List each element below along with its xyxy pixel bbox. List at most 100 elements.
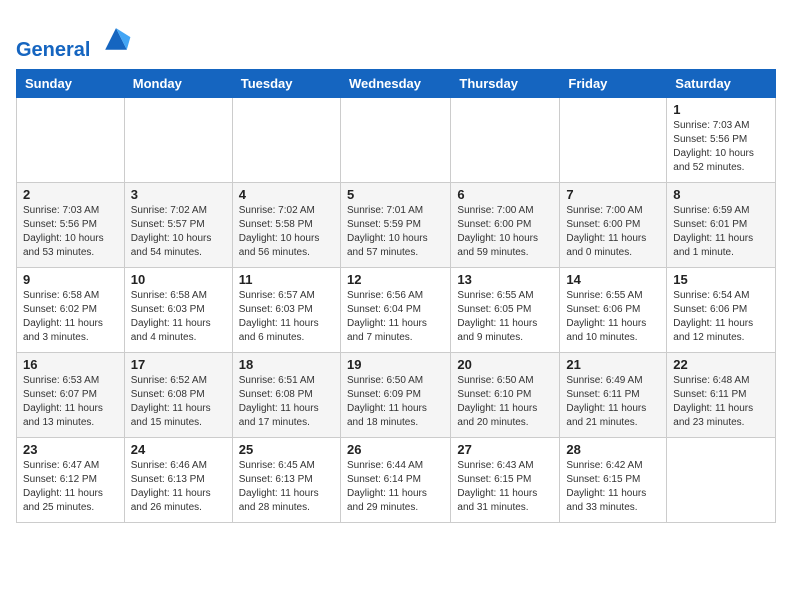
- day-info: Sunrise: 6:54 AM Sunset: 6:06 PM Dayligh…: [673, 289, 769, 345]
- calendar-cell: 17 Sunrise: 6:52 AM Sunset: 6:08 PM Dayli…: [124, 353, 232, 438]
- day-info: Sunrise: 6:55 AM Sunset: 6:06 PM Dayligh…: [566, 289, 660, 345]
- calendar-cell: 26 Sunrise: 6:44 AM Sunset: 6:14 PM Dayli…: [340, 438, 450, 523]
- calendar-weekday-monday: Monday: [124, 70, 232, 98]
- calendar-cell: [340, 98, 450, 183]
- calendar-cell: [232, 98, 340, 183]
- day-number: 26: [347, 442, 444, 457]
- calendar-cell: 3 Sunrise: 7:02 AM Sunset: 5:57 PM Daylig…: [124, 183, 232, 268]
- calendar-cell: 9 Sunrise: 6:58 AM Sunset: 6:02 PM Daylig…: [17, 268, 125, 353]
- day-number: 24: [131, 442, 226, 457]
- day-info: Sunrise: 6:52 AM Sunset: 6:08 PM Dayligh…: [131, 374, 226, 430]
- calendar-cell: 28 Sunrise: 6:42 AM Sunset: 6:15 PM Dayli…: [560, 438, 667, 523]
- calendar-weekday-sunday: Sunday: [17, 70, 125, 98]
- calendar-cell: 23Sunrise: 6:47 AM Sunset: 6:12 PM Dayli…: [17, 438, 125, 523]
- day-info: Sunrise: 6:56 AM Sunset: 6:04 PM Dayligh…: [347, 289, 444, 345]
- day-info: Sunrise: 6:57 AM Sunset: 6:03 PM Dayligh…: [239, 289, 334, 345]
- day-number: 21: [566, 357, 660, 372]
- day-number: 20: [457, 357, 553, 372]
- calendar-cell: 4 Sunrise: 7:02 AM Sunset: 5:58 PM Daylig…: [232, 183, 340, 268]
- day-number: 6: [457, 187, 553, 202]
- day-info: Sunrise: 6:43 AM Sunset: 6:15 PM Dayligh…: [457, 459, 553, 515]
- calendar-weekday-wednesday: Wednesday: [340, 70, 450, 98]
- day-number: 16: [23, 357, 118, 372]
- day-info: Sunrise: 6:42 AM Sunset: 6:15 PM Dayligh…: [566, 459, 660, 515]
- calendar-cell: [124, 98, 232, 183]
- calendar-weekday-thursday: Thursday: [451, 70, 560, 98]
- calendar-cell: 11 Sunrise: 6:57 AM Sunset: 6:03 PM Dayli…: [232, 268, 340, 353]
- day-info: Sunrise: 7:02 AM Sunset: 5:57 PM Dayligh…: [131, 204, 226, 260]
- calendar-cell: 18 Sunrise: 6:51 AM Sunset: 6:08 PM Dayli…: [232, 353, 340, 438]
- calendar-weekday-saturday: Saturday: [667, 70, 776, 98]
- calendar-cell: 25Sunrise: 6:45 AM Sunset: 6:13 PM Dayli…: [232, 438, 340, 523]
- calendar-cell: [17, 98, 125, 183]
- calendar-cell: 19 Sunrise: 6:50 AM Sunset: 6:09 PM Dayli…: [340, 353, 450, 438]
- calendar-cell: [451, 98, 560, 183]
- day-number: 7: [566, 187, 660, 202]
- calendar-cell: 12Sunrise: 6:56 AM Sunset: 6:04 PM Dayli…: [340, 268, 450, 353]
- day-number: 9: [23, 272, 118, 287]
- calendar-cell: 24 Sunrise: 6:46 AM Sunset: 6:13 PM Dayli…: [124, 438, 232, 523]
- day-number: 22: [673, 357, 769, 372]
- day-number: 17: [131, 357, 226, 372]
- page-header: General: [16, 16, 776, 61]
- calendar-cell: 8 Sunrise: 6:59 AM Sunset: 6:01 PM Daylig…: [667, 183, 776, 268]
- calendar-table: SundayMondayTuesdayWednesdayThursdayFrid…: [16, 69, 776, 523]
- calendar-cell: 15 Sunrise: 6:54 AM Sunset: 6:06 PM Dayli…: [667, 268, 776, 353]
- calendar-cell: 10 Sunrise: 6:58 AM Sunset: 6:03 PM Dayli…: [124, 268, 232, 353]
- day-number: 28: [566, 442, 660, 457]
- day-info: Sunrise: 6:53 AM Sunset: 6:07 PM Dayligh…: [23, 374, 118, 430]
- calendar-cell: [667, 438, 776, 523]
- logo-text: General: [16, 20, 134, 61]
- calendar-cell: 14Sunrise: 6:55 AM Sunset: 6:06 PM Dayli…: [560, 268, 667, 353]
- day-number: 5: [347, 187, 444, 202]
- day-number: 8: [673, 187, 769, 202]
- calendar-cell: 21 Sunrise: 6:49 AM Sunset: 6:11 PM Dayli…: [560, 353, 667, 438]
- day-number: 18: [239, 357, 334, 372]
- day-info: Sunrise: 6:49 AM Sunset: 6:11 PM Dayligh…: [566, 374, 660, 430]
- day-info: Sunrise: 7:03 AM Sunset: 5:56 PM Dayligh…: [23, 204, 118, 260]
- day-info: Sunrise: 7:00 AM Sunset: 6:00 PM Dayligh…: [457, 204, 553, 260]
- calendar-header-row: SundayMondayTuesdayWednesdayThursdayFrid…: [17, 70, 776, 98]
- calendar-cell: [560, 98, 667, 183]
- calendar-week-row: 23Sunrise: 6:47 AM Sunset: 6:12 PM Dayli…: [17, 438, 776, 523]
- calendar-cell: 16 Sunrise: 6:53 AM Sunset: 6:07 PM Dayli…: [17, 353, 125, 438]
- calendar-cell: 22 Sunrise: 6:48 AM Sunset: 6:11 PM Dayli…: [667, 353, 776, 438]
- day-number: 3: [131, 187, 226, 202]
- calendar-week-row: 2 Sunrise: 7:03 AM Sunset: 5:56 PM Daylig…: [17, 183, 776, 268]
- day-info: Sunrise: 6:44 AM Sunset: 6:14 PM Dayligh…: [347, 459, 444, 515]
- day-number: 13: [457, 272, 553, 287]
- day-info: Sunrise: 6:45 AM Sunset: 6:13 PM Dayligh…: [239, 459, 334, 515]
- calendar-week-row: 16 Sunrise: 6:53 AM Sunset: 6:07 PM Dayli…: [17, 353, 776, 438]
- calendar-cell: 2 Sunrise: 7:03 AM Sunset: 5:56 PM Daylig…: [17, 183, 125, 268]
- logo-icon: [98, 20, 134, 56]
- calendar-week-row: 1Sunrise: 7:03 AM Sunset: 5:56 PM Daylig…: [17, 98, 776, 183]
- calendar-cell: 27 Sunrise: 6:43 AM Sunset: 6:15 PM Dayli…: [451, 438, 560, 523]
- day-info: Sunrise: 6:50 AM Sunset: 6:10 PM Dayligh…: [457, 374, 553, 430]
- day-number: 23: [23, 442, 118, 457]
- calendar-cell: 5Sunrise: 7:01 AM Sunset: 5:59 PM Daylig…: [340, 183, 450, 268]
- calendar-cell: 7 Sunrise: 7:00 AM Sunset: 6:00 PM Daylig…: [560, 183, 667, 268]
- day-info: Sunrise: 6:59 AM Sunset: 6:01 PM Dayligh…: [673, 204, 769, 260]
- day-info: Sunrise: 6:55 AM Sunset: 6:05 PM Dayligh…: [457, 289, 553, 345]
- day-number: 19: [347, 357, 444, 372]
- calendar-weekday-friday: Friday: [560, 70, 667, 98]
- day-number: 11: [239, 272, 334, 287]
- day-info: Sunrise: 6:48 AM Sunset: 6:11 PM Dayligh…: [673, 374, 769, 430]
- day-info: Sunrise: 6:51 AM Sunset: 6:08 PM Dayligh…: [239, 374, 334, 430]
- calendar-weekday-tuesday: Tuesday: [232, 70, 340, 98]
- calendar-cell: 13 Sunrise: 6:55 AM Sunset: 6:05 PM Dayli…: [451, 268, 560, 353]
- day-info: Sunrise: 6:58 AM Sunset: 6:03 PM Dayligh…: [131, 289, 226, 345]
- day-info: Sunrise: 6:46 AM Sunset: 6:13 PM Dayligh…: [131, 459, 226, 515]
- day-info: Sunrise: 7:00 AM Sunset: 6:00 PM Dayligh…: [566, 204, 660, 260]
- day-number: 15: [673, 272, 769, 287]
- calendar-cell: 1Sunrise: 7:03 AM Sunset: 5:56 PM Daylig…: [667, 98, 776, 183]
- day-info: Sunrise: 6:58 AM Sunset: 6:02 PM Dayligh…: [23, 289, 118, 345]
- day-number: 4: [239, 187, 334, 202]
- day-number: 10: [131, 272, 226, 287]
- day-number: 27: [457, 442, 553, 457]
- day-info: Sunrise: 6:50 AM Sunset: 6:09 PM Dayligh…: [347, 374, 444, 430]
- day-number: 2: [23, 187, 118, 202]
- calendar-cell: 6 Sunrise: 7:00 AM Sunset: 6:00 PM Daylig…: [451, 183, 560, 268]
- calendar-cell: 20 Sunrise: 6:50 AM Sunset: 6:10 PM Dayli…: [451, 353, 560, 438]
- day-info: Sunrise: 7:02 AM Sunset: 5:58 PM Dayligh…: [239, 204, 334, 260]
